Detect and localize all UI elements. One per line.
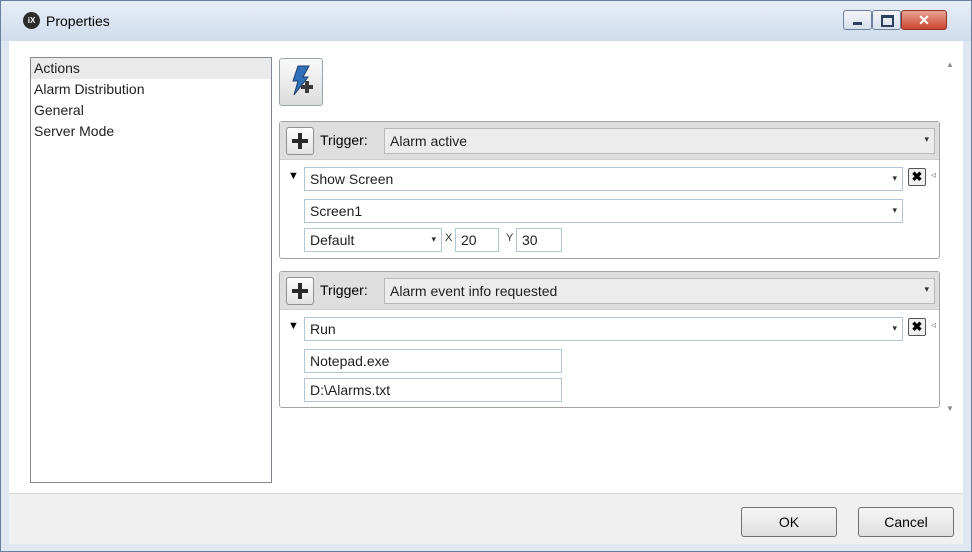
- x-label: X: [445, 232, 453, 244]
- minimize-icon: [853, 22, 862, 25]
- action-type-dropdown[interactable]: Run ▾: [304, 317, 903, 341]
- window-title: Properties: [46, 13, 110, 29]
- chevron-down-icon: ▾: [892, 323, 897, 333]
- add-trigger-action-button[interactable]: [286, 277, 314, 305]
- add-action-button[interactable]: [279, 58, 323, 106]
- category-item-general[interactable]: General: [31, 100, 271, 121]
- trigger-value: Alarm event info requested: [390, 283, 558, 299]
- screen-value: Screen1: [310, 203, 363, 219]
- position-dropdown[interactable]: Default ▾: [304, 228, 442, 252]
- app-logo-icon: iX: [23, 12, 40, 29]
- chevron-down-icon: ▾: [924, 134, 929, 144]
- close-icon: ✕: [918, 12, 930, 28]
- x-coordinate-input[interactable]: 20: [455, 228, 499, 252]
- dialog-content: Actions Alarm Distribution General Serve…: [9, 41, 963, 493]
- trigger-label: Trigger:: [320, 132, 368, 148]
- action-type-value: Run: [310, 321, 336, 337]
- screen-dropdown[interactable]: Screen1 ▾: [304, 199, 903, 223]
- maximize-button[interactable]: [872, 10, 901, 30]
- scroll-down-icon[interactable]: ▼: [946, 404, 954, 413]
- trigger-dropdown[interactable]: Alarm event info requested ▾: [384, 278, 935, 304]
- chevron-down-icon: ▾: [431, 234, 436, 244]
- chevron-down-icon: ▾: [892, 173, 897, 183]
- y-coordinate-input[interactable]: 30: [516, 228, 562, 252]
- chevron-down-icon: ▾: [924, 284, 929, 294]
- trigger-label: Trigger:: [320, 282, 368, 298]
- position-value: Default: [310, 232, 355, 248]
- delete-action-button[interactable]: ✖: [908, 318, 926, 336]
- properties-window: iX Properties ✕ Actions Alarm Distributi…: [0, 0, 972, 552]
- trigger-value: Alarm active: [390, 133, 468, 149]
- dialog-footer: OK Cancel: [9, 493, 963, 544]
- minimize-button[interactable]: [843, 10, 872, 30]
- trigger-dropdown[interactable]: Alarm active ▾: [384, 128, 935, 154]
- add-trigger-action-button[interactable]: [286, 127, 314, 155]
- trigger-row: Trigger: Alarm event info requested ▾: [280, 272, 939, 310]
- trigger-row: Trigger: Alarm active ▾: [280, 122, 939, 160]
- program-input[interactable]: Notepad.exe: [304, 349, 562, 373]
- category-item-actions[interactable]: Actions: [31, 58, 271, 79]
- category-list[interactable]: Actions Alarm Distribution General Serve…: [30, 57, 272, 483]
- lightning-plus-icon: [292, 65, 313, 96]
- close-button[interactable]: ✕: [901, 10, 947, 30]
- grip-icon: ◃: [931, 170, 937, 181]
- chevron-down-icon: ▾: [892, 205, 897, 215]
- argument-input[interactable]: D:\Alarms.txt: [304, 378, 562, 402]
- category-item-alarm-distribution[interactable]: Alarm Distribution: [31, 79, 271, 100]
- grip-icon: ◃: [931, 320, 937, 331]
- ok-button[interactable]: OK: [741, 507, 837, 537]
- expand-collapse-icon[interactable]: ▼: [288, 170, 299, 182]
- delete-action-button[interactable]: ✖: [908, 168, 926, 186]
- cancel-button[interactable]: Cancel: [858, 507, 954, 537]
- category-item-server-mode[interactable]: Server Mode: [31, 121, 271, 142]
- scroll-up-icon[interactable]: ▲: [946, 60, 954, 69]
- action-panel-2: Trigger: Alarm event info requested ▾ ▼ …: [279, 271, 940, 408]
- expand-collapse-icon[interactable]: ▼: [288, 320, 299, 332]
- vertical-scrollbar[interactable]: ▲ ▼: [942, 58, 959, 413]
- maximize-icon: [881, 15, 894, 27]
- y-label: Y: [506, 232, 514, 244]
- action-panel-1: Trigger: Alarm active ▾ ▼ Show Screen ▾ …: [279, 121, 940, 259]
- action-type-value: Show Screen: [310, 171, 394, 187]
- title-bar: iX Properties ✕: [1, 1, 971, 41]
- action-type-dropdown[interactable]: Show Screen ▾: [304, 167, 903, 191]
